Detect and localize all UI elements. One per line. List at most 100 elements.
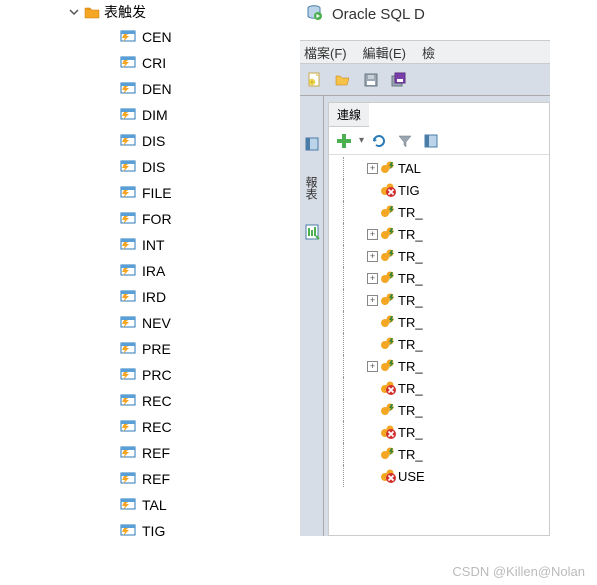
tree-item-label: DIS — [142, 133, 165, 149]
tree-item[interactable]: PRE — [0, 336, 200, 362]
expand-toggle[interactable]: + — [367, 361, 378, 372]
save-button[interactable] — [360, 69, 382, 91]
dropdown-arrow-icon[interactable]: ▾ — [359, 135, 364, 146]
tree-item-label: FOR — [142, 211, 172, 227]
left-tree-pane: 表触发 CEN CRIDENDIM DIS DIS FILE FOR INT IRA IRD NE… — [0, 0, 200, 560]
trigger-icon — [120, 81, 136, 97]
expand-toggle[interactable]: + — [367, 273, 378, 284]
connections-panel: 報表 連線 ▾ +TALTIGTR_+TR_+TR_+TR_+TR_TR_TR_… — [300, 96, 550, 536]
tree-row-label: TR_ — [398, 425, 423, 440]
tree-item[interactable]: TIG — [0, 518, 200, 544]
trigger-icon — [120, 107, 136, 123]
expand-spacer — [367, 185, 378, 196]
tree-item[interactable]: REF — [0, 440, 200, 466]
trigger-status-icon — [380, 248, 396, 264]
tree-item[interactable]: IRA — [0, 258, 200, 284]
tree-item[interactable]: CRI — [0, 50, 200, 76]
tree-item[interactable]: INT — [0, 232, 200, 258]
tree-row[interactable]: TR_ — [337, 201, 549, 223]
expand-toggle[interactable]: + — [367, 251, 378, 262]
trigger-status-icon — [380, 160, 396, 176]
connections-tab[interactable]: 連線 — [329, 103, 369, 127]
tree-item[interactable]: DIS — [0, 128, 200, 154]
tree-item-label: REF — [142, 471, 170, 487]
tree-item[interactable]: PRC — [0, 362, 200, 388]
tree-row[interactable]: TR_ — [337, 421, 549, 443]
menu-view[interactable]: 檢 — [422, 43, 435, 62]
menu-edit[interactable]: 編輯(E) — [363, 43, 406, 62]
add-button[interactable] — [333, 130, 355, 152]
tree-guide — [337, 311, 365, 333]
save-all-button[interactable] — [388, 69, 410, 91]
connections-tree: +TALTIGTR_+TR_+TR_+TR_+TR_TR_TR_+TR_TR_T… — [329, 155, 549, 487]
tree-row-label: TR_ — [398, 249, 423, 264]
tree-item-label: NEV — [142, 315, 171, 331]
new-button[interactable] — [304, 69, 326, 91]
tree-item[interactable]: TAL — [0, 492, 200, 518]
tree-item[interactable]: NEV — [0, 310, 200, 336]
tree-row[interactable]: TR_ — [337, 399, 549, 421]
refresh-button[interactable] — [368, 130, 390, 152]
right-app-pane: Oracle SQL D 檔案(F) 編輯(E) 檢 報表 連線 ▾ +TALT… — [300, 0, 550, 545]
tree-row[interactable]: +TR_ — [337, 223, 549, 245]
expand-spacer — [367, 383, 378, 394]
tree-row[interactable]: +TAL — [337, 157, 549, 179]
tree-row-label: TIG — [398, 183, 420, 198]
tree-row[interactable]: TIG — [337, 179, 549, 201]
tree-guide — [337, 443, 365, 465]
tree-item-label: CEN — [142, 29, 172, 45]
app-icon — [306, 4, 326, 24]
connections-body: 連線 ▾ +TALTIGTR_+TR_+TR_+TR_+TR_TR_TR_+TR… — [328, 102, 550, 536]
tree-row-label: USE — [398, 469, 425, 484]
tree-row[interactable]: TR_ — [337, 333, 549, 355]
tree-row[interactable]: +TR_ — [337, 289, 549, 311]
tree-item[interactable]: IRD — [0, 284, 200, 310]
tree-item[interactable]: DEN — [0, 76, 200, 102]
trigger-icon — [120, 29, 136, 45]
folder-row[interactable]: 表触发 — [0, 0, 200, 24]
panel-toggle-button[interactable] — [420, 130, 442, 152]
menu-file[interactable]: 檔案(F) — [304, 43, 347, 62]
tree-row-label: TR_ — [398, 381, 423, 396]
report-icon[interactable] — [304, 224, 320, 240]
tree-row[interactable]: TR_ — [337, 311, 549, 333]
trigger-icon — [120, 237, 136, 253]
side-tab-reports[interactable]: 報表 — [303, 172, 320, 204]
tree-item[interactable]: FILE — [0, 180, 200, 206]
expand-toggle[interactable]: + — [367, 229, 378, 240]
trigger-icon — [120, 367, 136, 383]
tree-row-label: TR_ — [398, 271, 423, 286]
tree-guide — [337, 179, 365, 201]
tree-item[interactable]: REF — [0, 466, 200, 492]
tree-row[interactable]: + TR_ — [337, 267, 549, 289]
tree-guide — [337, 289, 365, 311]
tree-item[interactable]: DIS — [0, 154, 200, 180]
tree-item[interactable]: DIM — [0, 102, 200, 128]
main-toolbar — [300, 64, 550, 96]
tree-item-label: TIG — [142, 523, 165, 539]
tree-guide — [337, 355, 365, 377]
tree-row[interactable]: +TR_ — [337, 355, 549, 377]
tree-guide — [337, 223, 365, 245]
trigger-status-icon — [380, 182, 396, 198]
tree-row[interactable]: TR_ — [337, 377, 549, 399]
trigger-icon — [120, 55, 136, 71]
tree-item[interactable]: REC — [0, 388, 200, 414]
tree-item-label: FILE — [142, 185, 172, 201]
panel-icon[interactable] — [304, 136, 320, 152]
tree-item-label: REC — [142, 393, 172, 409]
tree-item[interactable]: CEN — [0, 24, 200, 50]
tree-item[interactable]: REC — [0, 414, 200, 440]
tree-row[interactable]: + TR_ — [337, 245, 549, 267]
folder-icon — [84, 4, 100, 20]
open-button[interactable] — [332, 69, 354, 91]
filter-button[interactable] — [394, 130, 416, 152]
tree-item[interactable]: FOR — [0, 206, 200, 232]
tree-item-label: PRE — [142, 341, 171, 357]
expand-toggle[interactable]: + — [367, 295, 378, 306]
tree-item-label: IRA — [142, 263, 165, 279]
menu-bar: 檔案(F) 編輯(E) 檢 — [300, 40, 550, 64]
expand-toggle[interactable]: + — [367, 163, 378, 174]
tree-row[interactable]: TR_ — [337, 443, 549, 465]
tree-row[interactable]: USE — [337, 465, 549, 487]
